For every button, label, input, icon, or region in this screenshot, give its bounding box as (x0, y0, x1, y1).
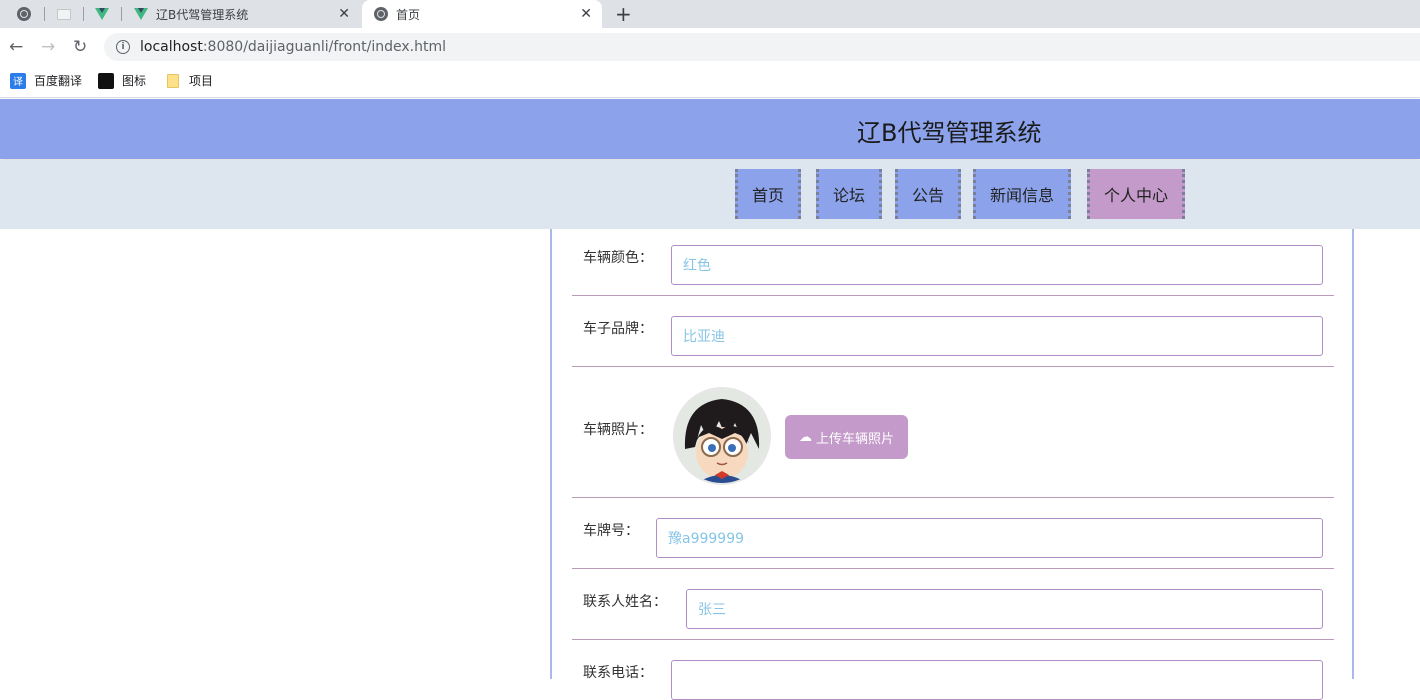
back-arrow-icon[interactable]: ← (9, 37, 23, 57)
tab-separator (121, 7, 122, 21)
folder-icon (165, 73, 181, 89)
close-icon[interactable]: ✕ (338, 6, 350, 22)
tab-separator (44, 7, 45, 21)
tab-title: 辽B代驾管理系统 (156, 7, 249, 22)
form-row-contact-name: 联系人姓名： 张三 (572, 569, 1334, 640)
field-label: 车辆照片： (583, 422, 653, 438)
cartoon-avatar-image (675, 389, 769, 483)
bookmark-icons[interactable]: 图标 (98, 72, 146, 89)
bookmark-label: 百度翻译 (34, 74, 83, 88)
form-row-brand: 车子品牌： 比亚迪 (572, 296, 1334, 367)
pinned-tab-globe[interactable] (13, 4, 35, 24)
vehicle-form-card: 车辆颜色： 红色 车子品牌： 比亚迪 车辆照片： ☁ 上传车辆照片 车牌号： 豫… (550, 229, 1354, 700)
brand-input[interactable]: 比亚迪 (671, 316, 1323, 356)
bookmarks-bar: 译 百度翻译 图标 项目 (0, 66, 1420, 98)
tab-home[interactable]: 首页 ✕ (362, 0, 602, 28)
form-row-contact-phone: 联系电话： (572, 640, 1334, 700)
info-icon[interactable]: i (116, 40, 130, 54)
nav-item-announcement[interactable]: 公告 (895, 169, 961, 219)
browser-tab-bar: 辽B代驾管理系统 ✕ 首页 ✕ + (0, 0, 1420, 28)
page-icon (57, 8, 71, 20)
form-row-color: 车辆颜色： 红色 (572, 229, 1334, 296)
tab-separator (83, 7, 84, 21)
url-input[interactable]: i localhost:8080/daijiaguanli/front/inde… (104, 33, 1420, 61)
site-title: 辽B代驾管理系统 (857, 119, 1042, 147)
tab-title: 首页 (396, 7, 421, 22)
bookmark-label: 项目 (189, 74, 214, 88)
close-icon[interactable]: ✕ (580, 6, 592, 22)
field-label: 联系人姓名： (583, 594, 667, 610)
vue-icon (134, 8, 148, 20)
field-label: 联系电话： (583, 665, 653, 681)
url-path: :8080/daijiaguanli/front/index.html (202, 39, 446, 55)
site-header: 辽B代驾管理系统 (0, 99, 1420, 159)
upload-photo-button[interactable]: ☁ 上传车辆照片 (785, 415, 908, 459)
bookmark-baidu-translate[interactable]: 译 百度翻译 (10, 72, 82, 89)
nav-item-forum[interactable]: 论坛 (816, 169, 882, 219)
contact-name-input[interactable]: 张三 (686, 589, 1323, 629)
field-label: 车牌号： (583, 523, 639, 539)
flag-icon (98, 72, 114, 89)
cloud-upload-icon: ☁ (798, 429, 812, 445)
address-bar-row: ← → ↻ i localhost:8080/daijiaguanli/fron… (0, 28, 1420, 66)
globe-icon (374, 7, 388, 21)
globe-icon (17, 7, 31, 21)
color-input[interactable]: 红色 (671, 245, 1323, 285)
field-label: 车子品牌： (583, 321, 653, 337)
nav-item-home[interactable]: 首页 (735, 169, 801, 219)
pinned-tab-page[interactable] (53, 4, 75, 24)
form-row-plate: 车牌号： 豫a999999 (572, 498, 1334, 569)
site-nav: 首页 论坛 公告 新闻信息 个人中心 (0, 160, 1420, 229)
new-tab-button[interactable]: + (615, 2, 632, 26)
translate-icon: 译 (10, 72, 26, 89)
plate-input[interactable]: 豫a999999 (656, 518, 1323, 558)
contact-phone-input[interactable] (671, 660, 1323, 700)
upload-button-label: 上传车辆照片 (815, 431, 894, 447)
vehicle-photo-thumbnail (673, 387, 771, 485)
tab-system[interactable]: 辽B代驾管理系统 ✕ (128, 0, 360, 28)
field-label: 车辆颜色： (583, 250, 653, 266)
bookmark-project[interactable]: 项目 (165, 72, 213, 89)
url-text: localhost:8080/daijiaguanli/front/index.… (140, 39, 446, 55)
pinned-tab-vue[interactable] (91, 4, 113, 24)
url-host: localhost (140, 39, 203, 55)
reload-icon[interactable]: ↻ (73, 37, 87, 57)
form-row-photo: 车辆照片： ☁ 上传车辆照片 (572, 367, 1334, 498)
bookmark-label: 图标 (122, 74, 147, 88)
vue-icon (95, 8, 109, 20)
forward-arrow-icon[interactable]: → (41, 37, 55, 57)
nav-item-personal-center[interactable]: 个人中心 (1087, 169, 1185, 219)
nav-item-news[interactable]: 新闻信息 (973, 169, 1071, 219)
